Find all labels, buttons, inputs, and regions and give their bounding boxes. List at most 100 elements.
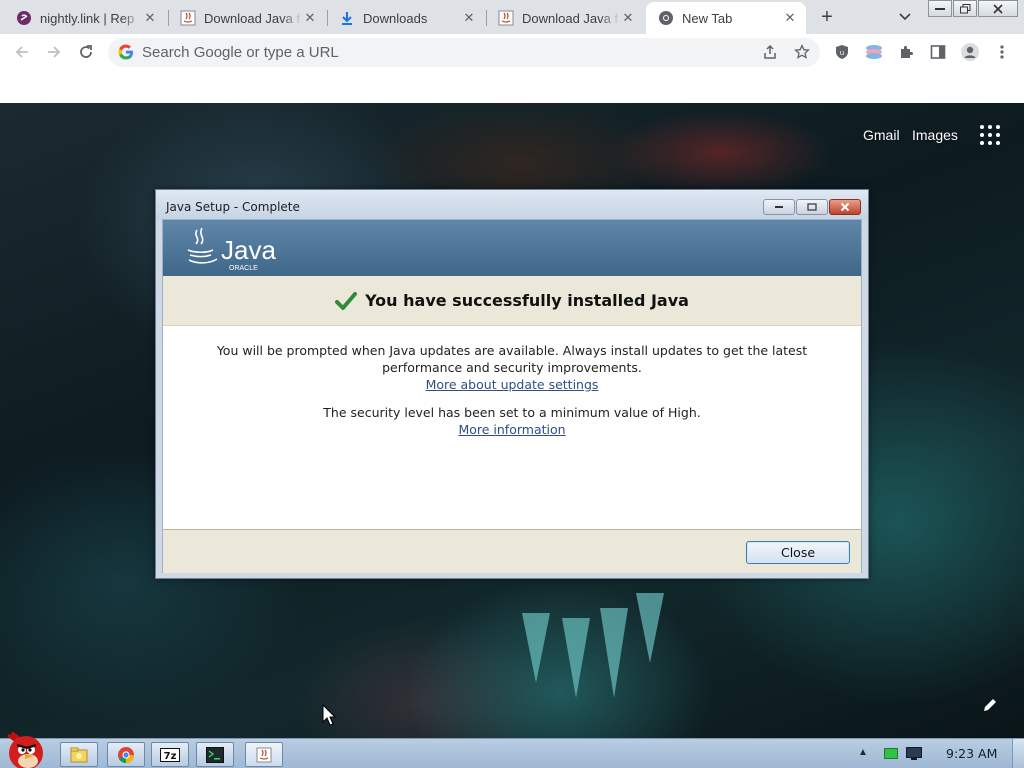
success-banner: You have successfully installed Java — [163, 276, 861, 326]
arrow-right-icon — [48, 46, 61, 58]
minimize-icon — [935, 7, 945, 10]
dialog-minimize-button[interactable] — [763, 199, 795, 215]
chevron-down-icon — [899, 13, 911, 21]
java-page-icon — [180, 10, 196, 26]
svg-text:u: u — [840, 49, 844, 57]
chrome-icon — [658, 10, 674, 26]
arrow-left-icon — [15, 46, 28, 58]
mouse-cursor-icon — [322, 704, 336, 726]
java-logo: Java ORACLE — [183, 224, 283, 274]
sevenzip-icon: 7z — [160, 747, 180, 762]
google-apps-button[interactable] — [978, 123, 1002, 147]
battery-icon[interactable] — [884, 748, 898, 759]
dialog-maximize-button[interactable] — [796, 199, 828, 215]
colored-extension-icon — [866, 45, 882, 59]
puzzle-icon — [901, 46, 913, 58]
tab-downloads[interactable]: Downloads ✕ — [327, 2, 485, 34]
java-setup-dialog: Java Setup - Complete Java ORACLE You ha… — [155, 189, 869, 579]
show-desktop-button[interactable] — [1012, 739, 1024, 768]
more-information-link[interactable]: More information — [458, 422, 565, 437]
browser-menu-button[interactable] — [990, 40, 1014, 64]
extensions-menu-button[interactable] — [894, 40, 918, 64]
tab-close-icon[interactable]: ✕ — [461, 10, 477, 26]
apps-grid-icon — [980, 125, 984, 129]
window-restore-button[interactable] — [953, 0, 977, 17]
taskbar-clock[interactable]: 9:23 AM — [946, 746, 997, 761]
tab-new-tab[interactable]: New Tab ✕ — [646, 2, 806, 34]
taskbar-chrome[interactable] — [107, 742, 145, 767]
download-icon — [339, 10, 355, 26]
window-minimize-button[interactable] — [928, 0, 952, 17]
minimize-icon — [775, 206, 783, 208]
taskbar-7zip[interactable]: 7z — [151, 742, 189, 767]
update-message: You will be prompted when Java updates a… — [193, 342, 831, 393]
java-page-icon — [498, 10, 514, 26]
tab-close-icon[interactable]: ✕ — [302, 10, 318, 26]
profile-button[interactable] — [958, 40, 982, 64]
taskbar-terminal[interactable] — [196, 742, 234, 767]
chrome-icon — [118, 746, 134, 763]
back-button[interactable] — [10, 40, 34, 64]
taskbar-file-explorer[interactable] — [60, 742, 98, 767]
network-icon[interactable] — [906, 747, 922, 760]
close-icon — [993, 3, 1003, 14]
browser-toolbar: u — [0, 34, 1024, 70]
tray-expand-icon[interactable]: ▲ — [858, 747, 868, 758]
java-cup-icon — [187, 227, 218, 264]
dialog-title: Java Setup - Complete — [166, 200, 300, 214]
taskbar: 7z ▲ 9:23 AM — [0, 731, 1024, 768]
security-text: The security level has been set to a min… — [323, 405, 701, 420]
extension-button[interactable] — [862, 40, 886, 64]
tab-close-icon[interactable]: ✕ — [782, 10, 798, 26]
folder-icon — [70, 747, 88, 762]
reload-icon — [80, 45, 92, 58]
tab-download-java-1[interactable]: Download Java f ✕ — [168, 2, 326, 34]
oracle-wordmark: ORACLE — [229, 265, 258, 272]
bookmark-button[interactable] — [790, 40, 814, 64]
java-installer-icon — [256, 747, 272, 762]
reload-button[interactable] — [74, 40, 98, 64]
customize-chrome-button[interactable] — [982, 697, 1002, 717]
close-button[interactable]: Close — [746, 541, 850, 564]
omnibox-input[interactable] — [142, 42, 742, 63]
new-tab-button[interactable]: + — [816, 6, 838, 28]
dialog-close-button[interactable] — [829, 199, 861, 215]
shield-icon: u — [836, 45, 848, 59]
kebab-menu-icon — [1000, 45, 1004, 59]
images-link[interactable]: Images — [912, 127, 958, 143]
ublock-extension-button[interactable]: u — [830, 40, 854, 64]
java-wordmark: Java — [221, 235, 276, 265]
gmail-link[interactable]: Gmail — [863, 127, 900, 143]
dialog-content: Java ORACLE You have successfully instal… — [162, 219, 862, 573]
star-icon — [794, 44, 810, 59]
tab-strip: nightly.link | Rep ✕ Download Java f ✕ D… — [0, 0, 1024, 34]
taskbar-java-installer[interactable] — [245, 742, 283, 767]
window-close-button[interactable] — [978, 0, 1018, 17]
security-message: The security level has been set to a min… — [193, 404, 831, 438]
angry-bird-icon — [7, 731, 43, 768]
bookmark-bar — [0, 70, 1024, 103]
tab-close-icon[interactable]: ✕ — [142, 10, 158, 26]
terminal-icon — [206, 746, 224, 763]
maximize-icon — [807, 203, 817, 211]
svg-text:7z: 7z — [164, 751, 177, 762]
share-icon — [764, 44, 776, 59]
side-panel-icon — [930, 45, 946, 59]
start-button[interactable] — [0, 731, 52, 768]
close-icon — [840, 202, 850, 212]
tab-download-java-2[interactable]: Download Java f ✕ — [486, 2, 644, 34]
share-button[interactable] — [758, 40, 782, 64]
dialog-footer: Close — [163, 529, 861, 573]
tab-search-button[interactable] — [894, 6, 916, 28]
pencil-icon — [984, 699, 996, 711]
update-text: You will be prompted when Java updates a… — [216, 343, 808, 375]
java-banner: Java ORACLE — [163, 220, 861, 276]
tab-close-icon[interactable]: ✕ — [620, 10, 636, 26]
forward-button[interactable] — [42, 40, 66, 64]
side-panel-button[interactable] — [926, 40, 950, 64]
dialog-titlebar[interactable]: Java Setup - Complete — [156, 190, 868, 220]
address-bar[interactable] — [108, 38, 820, 67]
update-settings-link[interactable]: More about update settings — [426, 377, 599, 392]
tab-nightly-link[interactable]: nightly.link | Rep ✕ — [4, 2, 166, 34]
checkmark-icon — [335, 291, 358, 310]
